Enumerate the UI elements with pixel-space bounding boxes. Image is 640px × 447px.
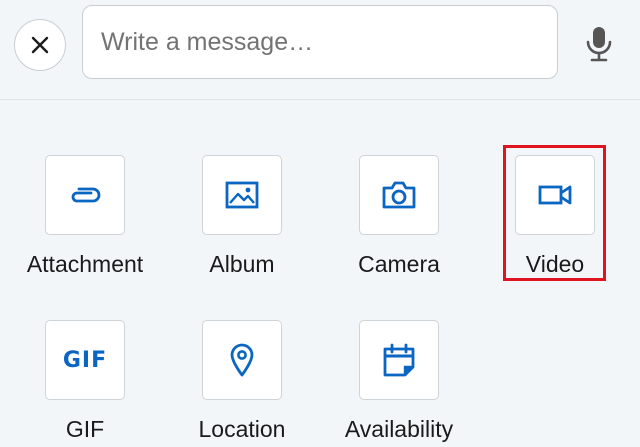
availability-option[interactable]: Availability	[314, 320, 474, 447]
selection-highlight	[503, 145, 606, 281]
calendar-icon	[383, 343, 415, 377]
camera-icon	[382, 181, 416, 209]
album-option[interactable]: Album	[157, 155, 317, 295]
camera-tile[interactable]	[359, 155, 439, 235]
paperclip-icon	[71, 187, 101, 203]
message-input[interactable]	[99, 26, 541, 58]
close-button[interactable]	[14, 19, 66, 71]
image-icon	[225, 181, 259, 209]
camera-option[interactable]: Camera	[314, 155, 474, 295]
messaging-compose-screen: Attachment Album Camera Video	[0, 0, 640, 447]
message-composer	[0, 0, 640, 100]
message-input-container[interactable]	[82, 5, 558, 79]
gif-tile[interactable]: GIF	[45, 320, 125, 400]
attachment-option[interactable]: Attachment	[0, 155, 160, 295]
availability-tile[interactable]	[359, 320, 439, 400]
album-tile[interactable]	[202, 155, 282, 235]
microphone-icon	[586, 27, 612, 62]
gif-icon: GIF	[62, 347, 108, 373]
microphone-button[interactable]	[582, 24, 616, 64]
close-icon	[31, 36, 49, 54]
location-tile[interactable]	[202, 320, 282, 400]
availability-label: Availability	[344, 416, 454, 442]
attachment-tile[interactable]	[45, 155, 125, 235]
location-pin-icon	[230, 343, 254, 377]
location-option[interactable]: Location	[157, 320, 317, 447]
gif-option[interactable]: GIF GIF	[0, 320, 160, 447]
